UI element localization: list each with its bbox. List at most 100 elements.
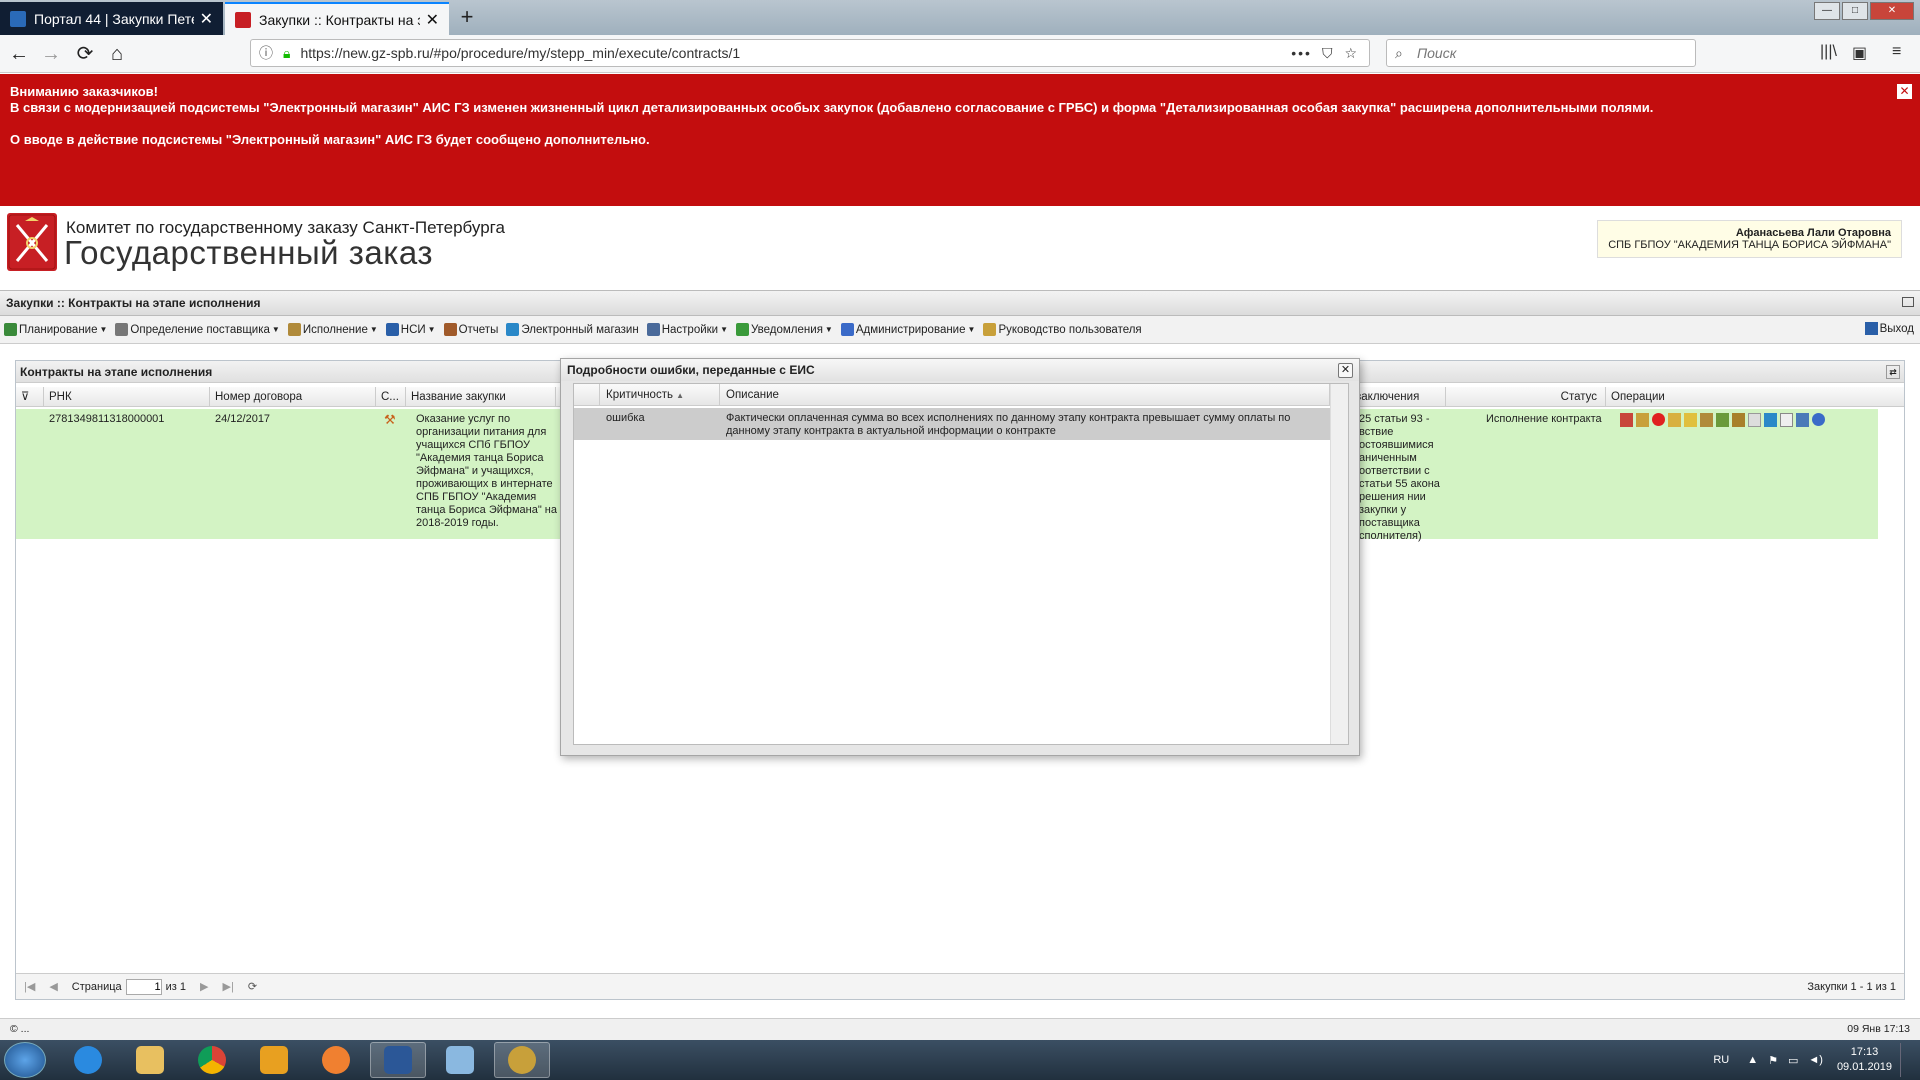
reload-icon[interactable]: ⟳ — [72, 41, 98, 67]
taskbar-paint[interactable] — [432, 1042, 488, 1078]
page-icon[interactable] — [1780, 413, 1793, 427]
archive-icon[interactable] — [1732, 413, 1745, 427]
dialog-header: Подробности ошибки, переданные с ЕИС ✕ — [561, 359, 1359, 381]
column-operations[interactable]: Операции — [1606, 387, 1904, 407]
menu-e-shop[interactable]: Электронный магазин — [506, 323, 639, 336]
column-purchase-name[interactable]: Название закупки — [406, 387, 556, 407]
search-icon: ⌕ — [1395, 45, 1403, 61]
settings-icon[interactable] — [1716, 413, 1729, 427]
column-description[interactable]: Описание — [720, 384, 1330, 406]
edit-icon[interactable] — [1636, 413, 1649, 427]
menu-administration[interactable]: Администрирование ▼ — [840, 323, 975, 336]
taskbar-media[interactable] — [308, 1042, 364, 1078]
taskbar-word[interactable] — [370, 1042, 426, 1078]
taskbar-outlook[interactable] — [246, 1042, 302, 1078]
media-player-icon — [322, 1046, 350, 1074]
hamburger-menu-icon[interactable]: ≡ — [1892, 43, 1901, 61]
bookmark-star-icon[interactable]: ☆ — [1344, 45, 1359, 62]
menu-label: Настройки — [661, 323, 719, 336]
list-icon[interactable] — [1748, 413, 1761, 427]
clock[interactable]: 17:13 09.01.2019 — [1837, 1045, 1892, 1075]
new-tab-button[interactable]: + — [455, 4, 479, 30]
sort-asc-icon: ▲ — [676, 391, 685, 400]
menu-supplier-determination[interactable]: Определение поставщика ▼ — [115, 323, 280, 336]
menu-label: Исполнение — [302, 323, 368, 336]
exit-label: Выход — [1879, 322, 1914, 335]
menu-settings[interactable]: Настройки ▼ — [646, 323, 728, 336]
document-icon[interactable] — [1620, 413, 1633, 427]
print-icon[interactable] — [1796, 413, 1809, 427]
menu-planning[interactable]: Планирование ▼ — [4, 323, 107, 336]
page-number-input[interactable] — [125, 978, 162, 995]
close-tab-icon[interactable]: ✕ — [200, 9, 213, 29]
info-icon[interactable] — [1812, 413, 1825, 426]
search-input[interactable]: ⌕ Поиск — [1386, 39, 1696, 67]
close-icon[interactable]: ✕ — [1338, 363, 1353, 378]
tray-arrow-icon[interactable]: ▲ — [1747, 1054, 1758, 1066]
taskbar-ie[interactable] — [60, 1042, 116, 1078]
exit-icon — [1864, 322, 1878, 335]
library-icon[interactable]: |||\ — [1820, 43, 1837, 61]
menu-user-manual[interactable]: Руководство пользователя — [983, 323, 1142, 336]
refresh-icon[interactable]: ⟳ — [248, 980, 257, 993]
first-page-icon[interactable]: |◀ — [24, 980, 35, 993]
table-icon[interactable] — [1764, 413, 1777, 427]
column-conclusion[interactable]: заключения — [1356, 387, 1446, 407]
back-arrow-icon[interactable]: ← — [6, 41, 32, 67]
site-title: Государственный заказ — [64, 234, 434, 271]
flag-icon[interactable]: ⚑ — [1768, 1054, 1778, 1067]
manual-icon — [983, 323, 997, 336]
network-icon[interactable]: ▭ — [1788, 1054, 1798, 1067]
browser-tab-contracts[interactable]: Закупки :: Контракты на этап ✕ — [225, 2, 449, 35]
exit-button[interactable]: Выход — [1864, 322, 1914, 335]
report-icon — [443, 323, 457, 336]
url-text[interactable]: https://new.gz-spb.ru/#po/procedure/my/s… — [300, 45, 1291, 61]
prev-page-icon[interactable]: ◀ — [49, 980, 57, 993]
column-contract-number[interactable]: Номер договора — [210, 387, 376, 407]
column-severity[interactable]: Критичность ▲ — [600, 384, 720, 406]
maximize-window-button[interactable]: □ — [1842, 2, 1868, 20]
taskbar-firefox-gz[interactable] — [494, 1042, 550, 1078]
filter-icon[interactable]: ⊽ — [16, 387, 44, 407]
browser-tab-portal44[interactable]: Портал 44 | Закупки Петербур ✕ — [0, 2, 223, 35]
taskbar-chrome[interactable] — [184, 1042, 240, 1078]
scrollbar[interactable] — [1330, 384, 1348, 744]
column-s[interactable]: С... — [376, 387, 406, 407]
home-icon[interactable]: ⌂ — [104, 41, 130, 67]
url-bar[interactable]: ⓘ 🔒︎ https://new.gz-spb.ru/#po/procedure… — [250, 39, 1370, 67]
site-favicon-icon — [10, 10, 26, 27]
table-row[interactable]: ошибка Фактически оплаченная сумма во вс… — [574, 408, 1330, 440]
show-desktop-button[interactable] — [1900, 1043, 1910, 1077]
menu-execution[interactable]: Исполнение ▼ — [287, 323, 378, 336]
language-indicator[interactable]: RU — [1713, 1054, 1729, 1066]
outlook-icon — [260, 1046, 288, 1074]
collapse-icon[interactable] — [1902, 297, 1914, 307]
refresh-icon[interactable]: ⇄ — [1886, 365, 1900, 379]
close-window-button[interactable]: ✕ — [1870, 2, 1914, 20]
coins-icon[interactable] — [1684, 413, 1697, 427]
user-info[interactable]: Афанасьева Лали Отаровна СПБ ГБПОУ "АКАД… — [1597, 220, 1902, 258]
last-page-icon[interactable]: ▶| — [223, 980, 234, 993]
menu-reports[interactable]: Отчеты — [443, 323, 498, 336]
column-status[interactable]: Статус — [1446, 387, 1606, 407]
column-rnk[interactable]: РНК — [44, 387, 210, 407]
notice-close-button[interactable]: ✕ — [1897, 84, 1912, 99]
minimize-window-button[interactable]: — — [1814, 2, 1840, 20]
forward-arrow-icon[interactable]: → — [38, 41, 64, 67]
pocket-icon[interactable]: ⛉ — [1322, 45, 1335, 62]
menu-nsi[interactable]: НСИ ▼ — [385, 323, 436, 336]
menu-notifications[interactable]: Уведомления ▼ — [736, 323, 833, 336]
taskbar-explorer[interactable] — [122, 1042, 178, 1078]
stop-icon[interactable] — [1652, 413, 1665, 426]
info-icon[interactable]: ⓘ — [259, 43, 273, 63]
next-page-icon[interactable]: ▶ — [200, 980, 208, 993]
emblem-icon[interactable] — [1700, 413, 1713, 427]
close-tab-icon[interactable]: ✕ — [426, 10, 439, 30]
dialog-grid-header: Критичность ▲ Описание — [574, 384, 1348, 406]
sidebar-icon[interactable]: ▣ — [1852, 43, 1867, 63]
start-button[interactable] — [4, 1042, 46, 1078]
cell-status: Исполнение контракта — [1486, 413, 1602, 425]
page-actions-icon[interactable]: ••• — [1291, 45, 1312, 61]
volume-icon[interactable]: ◄) — [1808, 1054, 1823, 1066]
chart-icon[interactable] — [1668, 413, 1681, 427]
